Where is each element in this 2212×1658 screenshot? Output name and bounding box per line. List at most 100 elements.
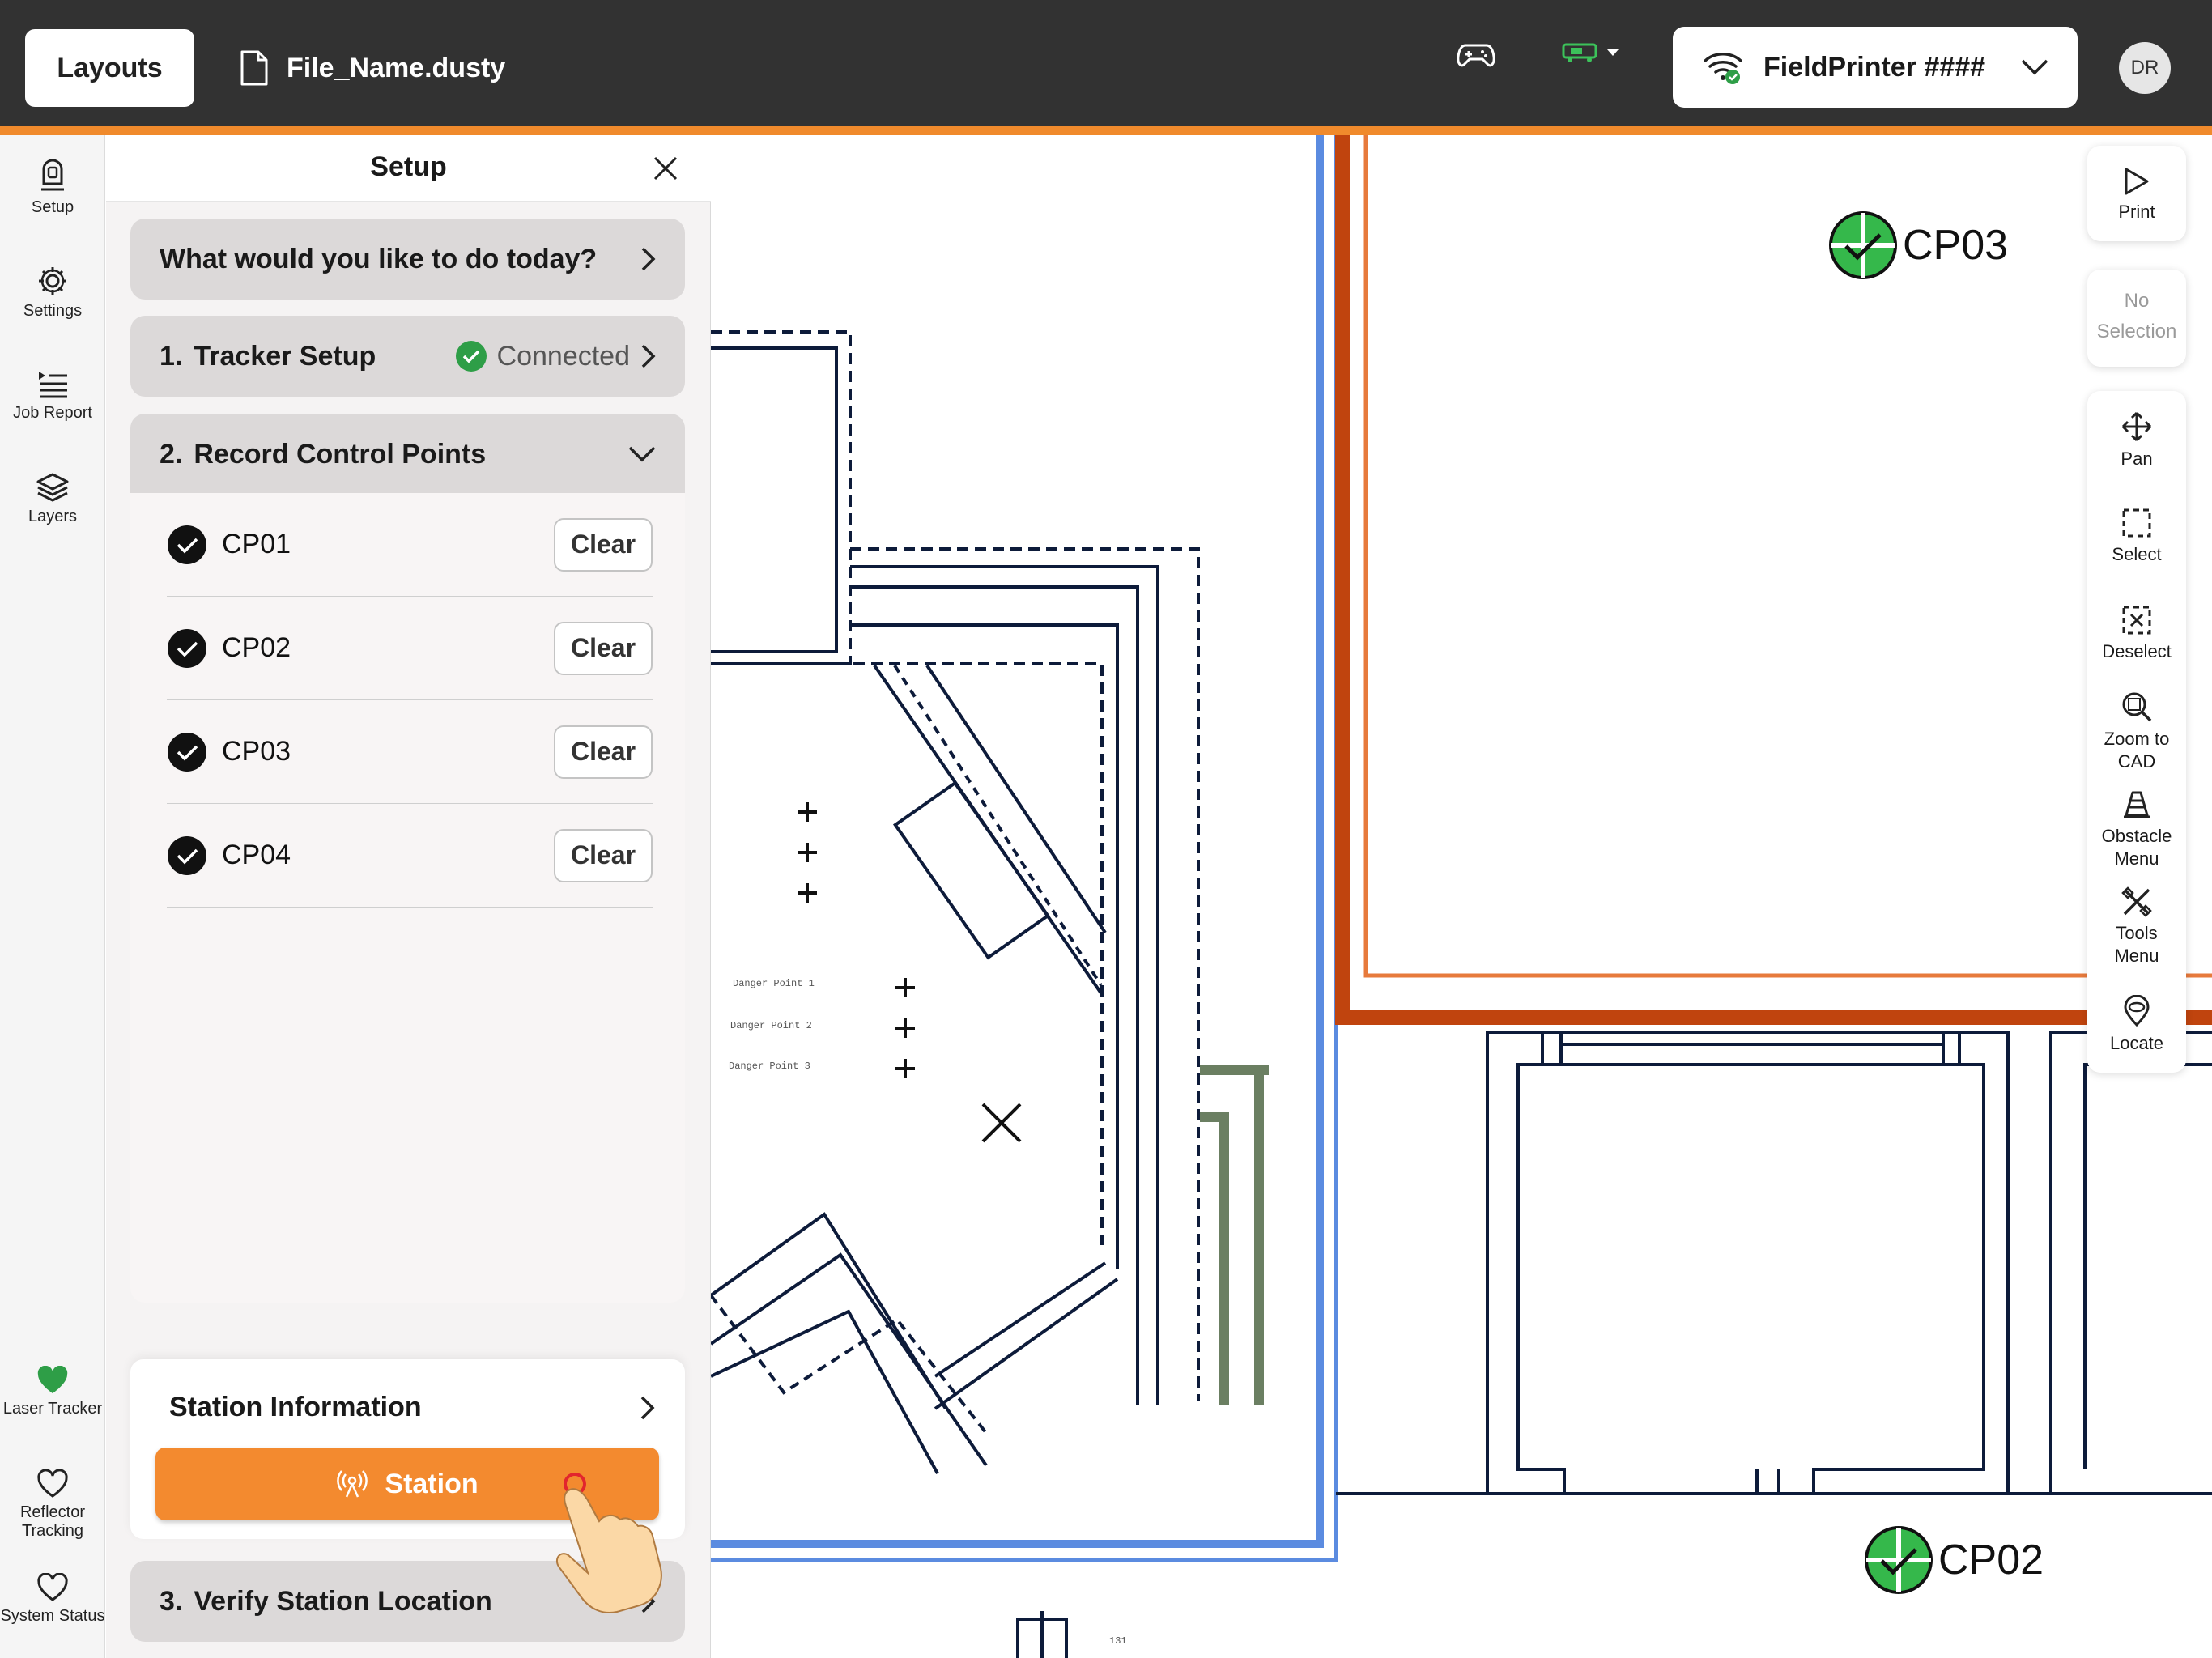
locate-tool[interactable]: Locate	[2087, 995, 2186, 1055]
chevron-right-icon	[641, 344, 656, 368]
chevron-down-icon	[628, 446, 656, 462]
cp-name: CP01	[222, 529, 291, 559]
obstacle-menu-tool[interactable]: Obstacle Menu	[2087, 789, 2186, 869]
cp02-label: CP02	[1938, 1537, 2044, 1584]
cp02-marker[interactable]: CP02	[1864, 1525, 2044, 1595]
clear-button[interactable]: Clear	[554, 828, 653, 882]
top-bar: Layouts File_Name.dusty FieldPrinter ###…	[0, 0, 2212, 126]
tools-card: Pan Select Deselect Zoom to CAD Obstacle…	[2087, 391, 2186, 1073]
deselect-tool[interactable]: Deselect	[2087, 605, 2186, 663]
pan-icon	[2121, 411, 2152, 442]
step-record-control-points[interactable]: 2. Record Control Points	[130, 414, 685, 495]
tool-label: Zoom to CAD	[2104, 729, 2170, 772]
cad-drawing: Danger Point 1 Danger Point 2 Danger Poi…	[711, 135, 2212, 1658]
file-icon	[240, 50, 268, 86]
file-name[interactable]: File_Name.dusty	[240, 39, 505, 97]
step-label: Record Control Points	[194, 438, 487, 470]
rail-item-setup[interactable]: Setup	[0, 159, 105, 217]
heart-icon	[37, 1469, 68, 1498]
today-prompt-row[interactable]: What would you like to do today?	[130, 219, 685, 300]
layers-icon	[36, 473, 69, 502]
heart-icon	[37, 1573, 68, 1601]
rail-item-job-report[interactable]: Job Report	[0, 368, 105, 423]
close-icon[interactable]	[653, 156, 678, 181]
printer-name: FieldPrinter ####	[1763, 51, 1986, 83]
rail-item-label: Job Report	[13, 404, 92, 422]
clear-button[interactable]: Clear	[554, 517, 653, 572]
pan-tool[interactable]: Pan	[2087, 410, 2186, 470]
cad-canvas[interactable]: Danger Point 1 Danger Point 2 Danger Poi…	[711, 135, 2212, 1658]
select-icon	[2122, 508, 2151, 538]
rail-item-settings[interactable]: Settings	[0, 265, 105, 321]
deselect-icon	[2122, 606, 2151, 635]
tools-icon	[2121, 886, 2152, 917]
cp-name: CP03	[222, 736, 291, 767]
status-label: System Status	[0, 1607, 105, 1625]
selection-card: No Selection	[2087, 270, 2186, 367]
left-rail: Setup Settings Job Report Layers Laser T…	[0, 135, 105, 1658]
today-prompt: What would you like to do today?	[160, 243, 598, 274]
setup-header: Setup	[106, 135, 711, 202]
station-button-label: Station	[385, 1468, 479, 1499]
step-tracker-setup[interactable]: 1. Tracker Setup Connected	[130, 316, 685, 397]
svg-text:Danger Point 1: Danger Point 1	[733, 978, 815, 989]
wifi-connected-icon	[1704, 53, 1742, 84]
check-circle-icon	[168, 525, 206, 564]
svg-text:131: 131	[1109, 1635, 1127, 1647]
tap-hand-icon	[555, 1473, 662, 1613]
status-reflector-tracking[interactable]: Reflector Tracking	[0, 1469, 105, 1541]
setup-panel: Setup What would you like to do today? 1…	[106, 135, 711, 1658]
check-circle-icon	[168, 835, 206, 875]
printer-select[interactable]: FieldPrinter ####	[1673, 27, 2078, 108]
broadcast-icon	[337, 1470, 368, 1498]
no-selection-line: No	[2124, 290, 2150, 312]
cp03-marker[interactable]: CP03	[1828, 210, 2008, 280]
list-icon	[39, 372, 67, 398]
tool-label: Locate	[2109, 1033, 2164, 1053]
step-number: 1.	[160, 340, 183, 372]
tool-label: Obstacle Menu	[2101, 826, 2172, 869]
select-tool[interactable]: Select	[2087, 508, 2186, 566]
list-item: CP04 Clear	[167, 804, 653, 908]
file-name-label: File_Name.dusty	[287, 52, 506, 83]
setup-title: Setup	[370, 151, 447, 182]
clear-button[interactable]: Clear	[554, 725, 653, 779]
rail-item-label: Settings	[23, 302, 83, 320]
zoom-icon	[2122, 692, 2152, 722]
print-card: Print	[2087, 146, 2186, 241]
zoom-to-cad-tool[interactable]: Zoom to CAD	[2087, 691, 2186, 772]
list-item: CP02 Clear	[167, 597, 653, 700]
check-circle-icon	[1829, 211, 1897, 279]
rail-item-layers[interactable]: Layers	[0, 472, 105, 526]
printer-robot-icon	[1562, 43, 1597, 62]
status-label: Reflector Tracking	[19, 1503, 86, 1540]
cone-icon	[2124, 791, 2150, 818]
locate-icon	[2124, 995, 2150, 1027]
tools-menu-tool[interactable]: Tools Menu	[2087, 886, 2186, 967]
list-item: CP03 Clear	[167, 700, 653, 804]
status-system-status[interactable]: System Status	[0, 1573, 105, 1626]
svg-text:Danger Point 2: Danger Point 2	[730, 1020, 812, 1031]
cp03-label: CP03	[1903, 222, 2009, 269]
tracker-icon	[41, 159, 64, 191]
avatar[interactable]: DR	[2119, 42, 2171, 94]
status-label: Laser Tracker	[2, 1400, 103, 1418]
station-information-row[interactable]: Station Information	[169, 1392, 655, 1423]
play-icon	[2125, 168, 2149, 195]
print-label: Print	[2118, 202, 2155, 222]
no-selection-line: Selection	[2096, 321, 2177, 343]
station-info-label: Station Information	[169, 1392, 422, 1422]
tracker-status-dropdown[interactable]	[1561, 40, 1619, 65]
status-laser-tracker[interactable]: Laser Tracker	[0, 1366, 105, 1418]
gamepad-icon[interactable]	[1457, 40, 1495, 70]
tool-label: Select	[2112, 544, 2162, 564]
tool-label: Pan	[2121, 449, 2153, 469]
step-number: 2.	[160, 438, 183, 470]
chevron-right-icon	[640, 1396, 655, 1419]
print-button[interactable]: Print	[2087, 167, 2186, 223]
check-circle-icon	[168, 628, 206, 668]
status-text: Connected	[496, 340, 630, 372]
cp-name: CP02	[222, 632, 291, 663]
clear-button[interactable]: Clear	[554, 621, 653, 675]
layouts-button[interactable]: Layouts	[25, 29, 194, 107]
